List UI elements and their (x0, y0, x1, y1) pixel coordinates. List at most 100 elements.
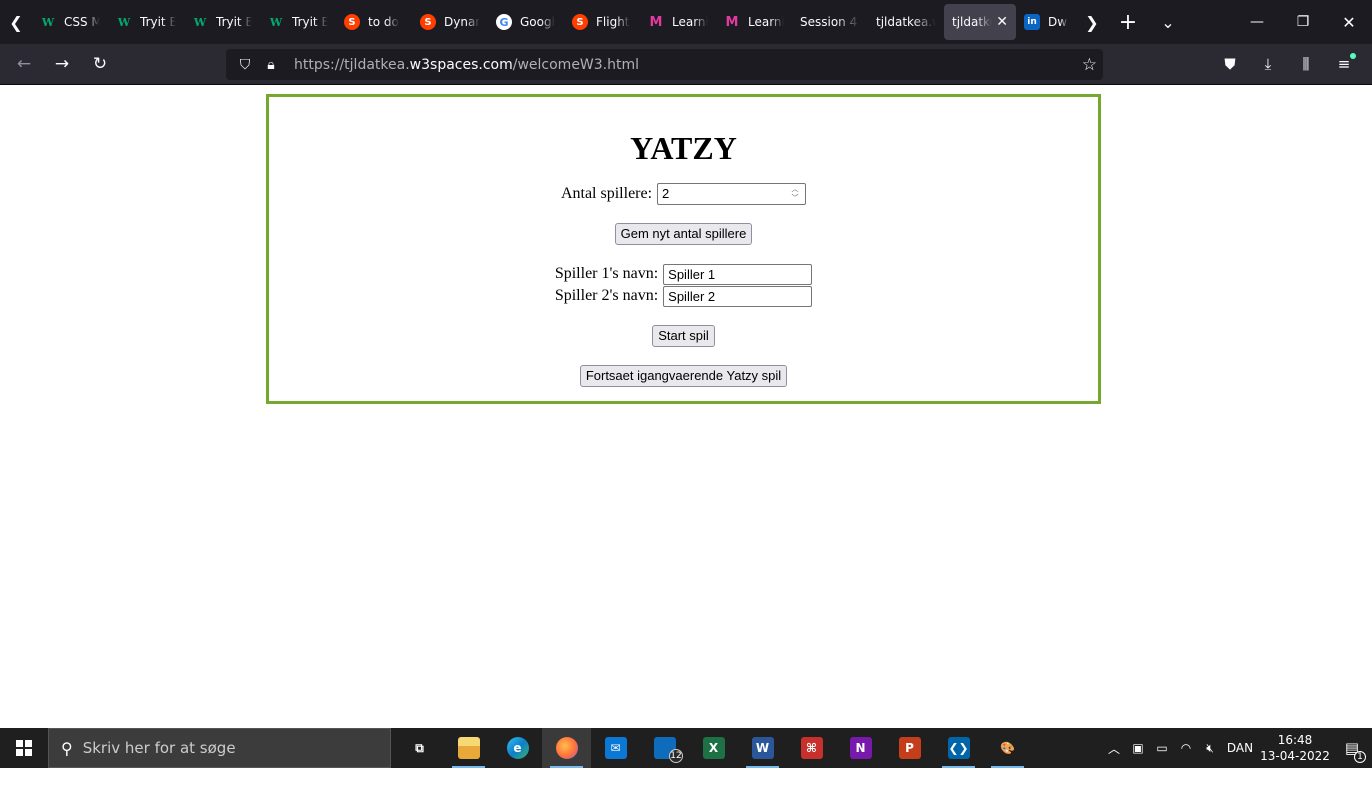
reload-button[interactable]: ↻ (82, 48, 118, 80)
start-game-button[interactable]: Start spil (652, 325, 715, 347)
action-center-button[interactable]: ▤ 1 (1332, 739, 1372, 763)
tab-list: W CSS M W Tryit E W Tryit E W Tryit E Sto do S Dyn… (32, 0, 1076, 44)
minimize-button[interactable]: — (1234, 0, 1280, 44)
update-dot (1350, 53, 1356, 59)
save-player-count-button[interactable]: Gem nyt antal spillere (614, 223, 753, 245)
w3schools-icon: W (269, 15, 283, 29)
tracking-protection-shield-icon[interactable]: ⛉ (234, 57, 256, 73)
tab-14[interactable]: in Dwa (1016, 4, 1076, 40)
taskbar-app-firefox[interactable] (542, 728, 591, 768)
restore-button[interactable]: ❐ (1280, 0, 1326, 44)
tab-12[interactable]: tjldatkea.w (868, 4, 944, 40)
url-text[interactable]: https://tjldatkea.w3spaces.com/welcomeW3… (294, 57, 639, 73)
lock-icon[interactable]: 🔒︎ (260, 57, 282, 73)
toolbar-right: ⛊ ⤓ ⫼ ≡ (1210, 48, 1362, 80)
url-path: /welcomeW3.html (512, 56, 640, 73)
google-icon: G (496, 14, 512, 30)
player-names: Spiller 1's navn: Spiller 1 Spiller 2's … (269, 263, 1098, 307)
taskbar-app-pdf[interactable]: ⌘ (787, 728, 836, 768)
url-bar[interactable]: ⛉ 🔒︎ https://tjldatkea.w3spaces.com/welc… (226, 49, 1103, 80)
url-prefix: https://tjldatkea. (294, 56, 410, 73)
taskbar-app-task-view[interactable]: ⧉ (395, 728, 444, 768)
tab-8[interactable]: S Flight (564, 4, 640, 40)
spin-down-icon[interactable]: ﹀ (788, 194, 802, 203)
tab-6[interactable]: S Dynar (412, 4, 488, 40)
save-count-row: Gem nyt antal spillere (269, 223, 1098, 245)
clock[interactable]: 16:48 13-04-2022 (1258, 732, 1332, 764)
continue-row: Fortsaet igangvaerende Yatzy spil (269, 365, 1098, 387)
tab-title: tjldatkea.w (876, 15, 936, 29)
taskbar-app-paint[interactable]: 🎨 (983, 728, 1032, 768)
excel-icon: X (702, 737, 725, 759)
new-tab-button[interactable]: + (1108, 0, 1148, 44)
meet-now-icon[interactable]: ▣ (1126, 741, 1150, 755)
menu-icon[interactable]: ≡ (1326, 48, 1362, 80)
tab-13[interactable]: tjldatke ✕ (944, 4, 1016, 40)
svelte-icon: S (572, 14, 588, 30)
taskbar-apps: ⧉ e ✉ 12 X W ⌘ N P ❮❯ 🎨 (395, 728, 1032, 768)
scroll-tabs-right-button[interactable]: ❯ (1076, 0, 1108, 44)
tab-title: Googl (520, 15, 555, 29)
taskbar-app-edge[interactable]: e (493, 728, 542, 768)
tab-strip: ❮ W CSS M W Tryit E W Tryit E W Tryit E Sto do S D… (0, 0, 1372, 44)
svelte-icon: S (420, 14, 436, 30)
show-hidden-icons-icon[interactable]: ︿ (1102, 740, 1126, 757)
tab-title: Dynar (444, 15, 480, 29)
taskbar-app-excel[interactable]: X (689, 728, 738, 768)
wifi-icon[interactable]: ◠ (1174, 741, 1198, 755)
onenote-icon: N (849, 737, 872, 759)
tab-title: tjldatke (952, 15, 992, 29)
tab-3[interactable]: W Tryit E (184, 4, 260, 40)
close-tab-icon[interactable]: ✕ (996, 14, 1008, 30)
start-row: Start spil (269, 325, 1098, 347)
paint-icon: 🎨 (1000, 741, 1015, 755)
tab-2[interactable]: W Tryit E (108, 4, 184, 40)
pocket-icon[interactable]: ⛊ (1212, 48, 1248, 80)
volume-muted-icon[interactable]: 🔇︎ (1198, 741, 1222, 756)
player1-name-input[interactable]: Spiller 1 (663, 263, 813, 285)
tab-5[interactable]: Sto do (336, 4, 412, 40)
yatzy-panel: YATZY Antal spillere: 2 ︿ ﹀ Gem nyt anta… (266, 94, 1101, 404)
input-language[interactable]: DAN (1222, 741, 1258, 755)
tab-9[interactable]: M Learni (640, 4, 716, 40)
taskbar-app-outlook[interactable]: 12 (640, 728, 689, 768)
close-window-button[interactable]: ✕ (1326, 0, 1372, 44)
tab-4[interactable]: W Tryit E (260, 4, 336, 40)
page-content: YATZY Antal spillere: 2 ︿ ﹀ Gem nyt anta… (0, 85, 1372, 728)
tab-1[interactable]: W CSS M (32, 4, 108, 40)
start-button[interactable] (0, 728, 48, 768)
bookmark-star-icon[interactable]: ☆ (1082, 55, 1097, 75)
battery-icon[interactable]: ▭ (1150, 741, 1174, 755)
taskbar-app-onenote[interactable]: N (836, 728, 885, 768)
tab-title: Learni (672, 15, 708, 29)
taskbar-app-vscode[interactable]: ❮❯ (934, 728, 983, 768)
downloads-icon[interactable]: ⤓ (1250, 48, 1286, 80)
continue-game-button[interactable]: Fortsaet igangvaerende Yatzy spil (579, 365, 788, 387)
player-count-input[interactable]: 2 ︿ ﹀ (657, 183, 807, 205)
app-badge: 12 (669, 749, 683, 763)
taskbar-app-mail[interactable]: ✉ (591, 728, 640, 768)
player2-name-input[interactable]: Spiller 2 (663, 285, 813, 307)
scroll-tabs-left-button[interactable]: ❮ (0, 0, 32, 44)
tab-11[interactable]: Session 4 - (792, 4, 868, 40)
tab-title: Dwa (1048, 15, 1068, 29)
taskbar-app-word[interactable]: W (738, 728, 787, 768)
number-spinner[interactable]: ︿ ﹀ (788, 185, 802, 203)
url-domain: w3spaces.com (409, 56, 513, 73)
player-count-row: Antal spillere: 2 ︿ ﹀ (269, 183, 1098, 205)
bottom-blank (0, 768, 1372, 804)
tab-title: Flight (596, 15, 630, 29)
taskbar-app-powerpoint[interactable]: P (885, 728, 934, 768)
back-button[interactable]: ← (6, 48, 42, 80)
player-count-value: 2 (662, 186, 670, 201)
system-tray: ︿ ▣ ▭ ◠ 🔇︎ DAN 16:48 13-04-2022 ▤ 1 (1102, 728, 1372, 768)
list-all-tabs-button[interactable]: ⌄ (1148, 0, 1188, 44)
taskbar-search-box[interactable]: ⚲ Skriv her for at søge (48, 728, 391, 768)
tab-10[interactable]: M Learni (716, 4, 792, 40)
taskbar-app-file-explorer[interactable] (444, 728, 493, 768)
library-icon[interactable]: ⫼ (1288, 48, 1324, 80)
forward-button[interactable]: → (44, 48, 80, 80)
tab-7[interactable]: G Googl (488, 4, 564, 40)
spin-up-icon[interactable]: ︿ (788, 185, 802, 194)
navigation-toolbar: ← → ↻ ⛉ 🔒︎ https://tjldatkea.w3spaces.co… (0, 44, 1372, 85)
